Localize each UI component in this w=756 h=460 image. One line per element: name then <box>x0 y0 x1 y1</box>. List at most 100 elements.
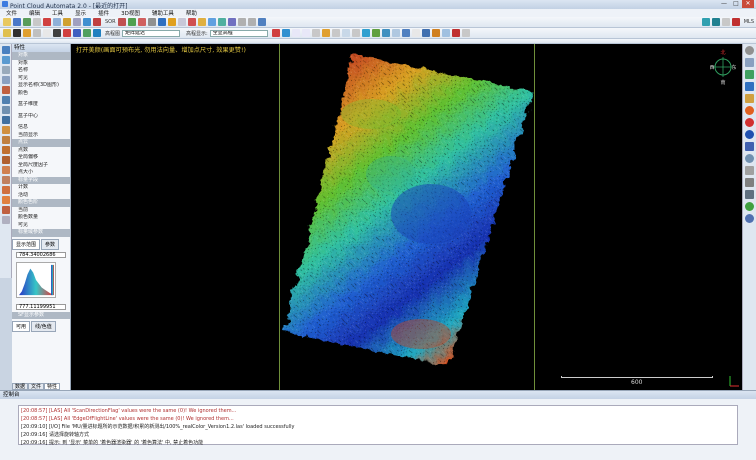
right-tool-13-icon[interactable] <box>745 190 754 199</box>
hpc-icon[interactable] <box>731 18 740 26</box>
flag-icon[interactable] <box>451 29 460 37</box>
lasso-icon[interactable] <box>73 29 81 37</box>
filter-icon[interactable] <box>207 18 216 26</box>
bars-icon[interactable] <box>43 29 51 37</box>
ruler-icon[interactable] <box>247 18 256 26</box>
tab-data[interactable]: 数据 <box>12 383 29 390</box>
tree-icon[interactable] <box>83 29 91 37</box>
right-tool-12-icon[interactable] <box>745 178 754 187</box>
pan-icon[interactable] <box>2 76 10 84</box>
zoom-in-icon[interactable] <box>2 106 10 114</box>
zoom-fit-icon[interactable] <box>281 29 290 37</box>
cube-left-icon[interactable] <box>2 156 10 164</box>
property-row[interactable]: 名称 <box>12 67 70 75</box>
property-row[interactable]: 颜色数量 <box>12 214 70 222</box>
cross-section-icon[interactable] <box>117 18 126 26</box>
right-tool-6-icon[interactable] <box>745 106 754 115</box>
property-row[interactable]: 显示名称(3D图形) <box>12 82 70 90</box>
property-section[interactable]: 点云 <box>12 139 70 147</box>
max-value-field[interactable]: 784.34002686 <box>16 251 66 258</box>
right-tool-7-icon[interactable] <box>745 118 754 127</box>
property-row[interactable]: 活动 <box>12 192 70 200</box>
dots-icon[interactable] <box>401 29 410 37</box>
color-icon[interactable] <box>93 18 101 26</box>
right-tool-11-icon[interactable] <box>745 166 754 175</box>
right-tool-14-icon[interactable] <box>745 202 754 211</box>
view-cube-icon[interactable] <box>2 56 10 64</box>
x-icon[interactable] <box>187 18 196 26</box>
property-row[interactable]: 当前 <box>12 207 70 215</box>
square-icon[interactable] <box>237 18 246 26</box>
open-folder-icon[interactable] <box>3 18 11 26</box>
stop-icon[interactable] <box>271 29 280 37</box>
edit-icon[interactable] <box>341 29 350 37</box>
min-value-field[interactable]: 777.11199951 <box>16 303 66 310</box>
sample-icon[interactable] <box>53 18 61 26</box>
window-icon[interactable] <box>711 18 720 26</box>
3d-viewport[interactable]: 打开美颜(画面可预布光, 勿用法向量、增加点尺寸, 效果更赞!) 北 南 西 东… <box>71 44 742 390</box>
right-tool-10-icon[interactable] <box>745 154 754 163</box>
property-row[interactable]: 盒子维度 <box>12 101 70 109</box>
sor-button[interactable]: SOR <box>105 19 116 25</box>
info-icon[interactable] <box>257 18 266 26</box>
remove-icon[interactable] <box>137 18 146 26</box>
add-icon[interactable] <box>127 18 136 26</box>
delete-icon[interactable] <box>43 18 51 26</box>
property-section[interactable]: 颜色色阶 <box>12 199 70 207</box>
menu-3dview[interactable]: 3D视图 <box>115 9 146 17</box>
property-row[interactable]: 对象 <box>12 60 70 68</box>
menu-display[interactable]: 显示 <box>69 9 92 17</box>
property-row[interactable]: 全局偏移 <box>12 154 70 162</box>
tab-sf-recent[interactable]: 可用 <box>12 321 31 332</box>
menu-tools[interactable]: 工具 <box>46 9 69 17</box>
clone-icon[interactable] <box>23 18 31 26</box>
mls-button[interactable]: MLS <box>744 19 754 25</box>
folder-icon[interactable] <box>3 29 11 37</box>
cube-top-icon[interactable] <box>2 176 10 184</box>
tab-sf-log[interactable]: 线/色值 <box>31 321 56 332</box>
cube-back-icon[interactable] <box>2 146 10 154</box>
property-row[interactable]: 可见 <box>12 75 70 83</box>
plane-icon[interactable] <box>227 18 236 26</box>
db-tree-icon[interactable] <box>2 46 10 54</box>
cube-front-icon[interactable] <box>2 136 10 144</box>
cube-iso-icon[interactable] <box>2 196 10 204</box>
property-row[interactable]: 颜色 <box>12 90 70 98</box>
layers-icon[interactable] <box>2 66 10 74</box>
menu-file[interactable]: 文件 <box>0 9 23 17</box>
tab-parameters[interactable]: 参数 <box>41 238 60 250</box>
render-mode-select[interactable]: 矩阵延迟 <box>122 29 181 37</box>
minimize-button[interactable]: — <box>718 0 730 8</box>
register-icon[interactable] <box>83 18 91 26</box>
pointer-icon[interactable] <box>177 18 186 26</box>
close-button[interactable]: ✕ <box>742 0 754 8</box>
scalar-icon[interactable] <box>23 29 31 37</box>
property-row[interactable]: 信息 <box>12 124 70 132</box>
cube-right-icon[interactable] <box>2 166 10 174</box>
property-row[interactable]: 当前显示 <box>12 132 70 140</box>
property-row[interactable]: 计数 <box>12 184 70 192</box>
chart-icon[interactable] <box>157 18 166 26</box>
property-section[interactable]: 标量字段 <box>12 176 70 184</box>
save-icon[interactable] <box>13 18 21 26</box>
histogram-icon[interactable] <box>33 29 41 37</box>
merge-icon[interactable] <box>33 18 41 26</box>
view-icon[interactable] <box>441 29 450 37</box>
mesh-icon[interactable] <box>217 18 226 26</box>
merge-cloud-icon[interactable] <box>197 18 206 26</box>
more-icon[interactable] <box>461 29 470 37</box>
right-tool-4-icon[interactable] <box>745 82 754 91</box>
palette-icon[interactable] <box>63 29 71 37</box>
camera-icon[interactable] <box>701 18 710 26</box>
layer-icon[interactable] <box>13 29 21 37</box>
box-3d-icon[interactable] <box>2 126 10 134</box>
menu-help[interactable]: 帮助 <box>180 9 203 17</box>
blank-icon[interactable] <box>721 18 730 26</box>
property-section[interactable]: 对象 <box>12 52 70 60</box>
right-tool-5-icon[interactable] <box>745 94 754 103</box>
cube-iso2-icon[interactable] <box>2 206 10 214</box>
menu-edit[interactable]: 编辑 <box>23 9 46 17</box>
level-icon[interactable] <box>167 18 176 26</box>
menu-aux-tools[interactable]: 辅助工具 <box>146 9 180 17</box>
measure-icon[interactable] <box>331 29 340 37</box>
